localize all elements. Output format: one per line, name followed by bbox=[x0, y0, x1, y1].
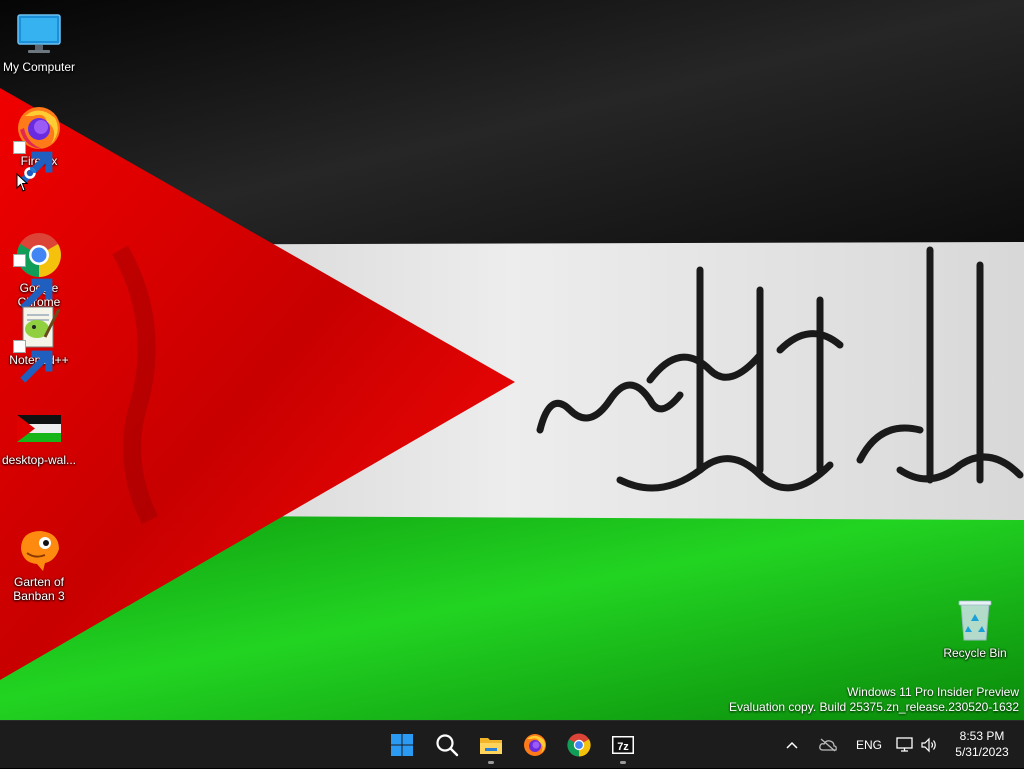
taskbar-file-explorer-button[interactable] bbox=[471, 725, 511, 765]
shortcut-arrow-icon bbox=[13, 254, 53, 311]
svg-text:7z: 7z bbox=[617, 741, 629, 753]
desktop-icon-notepadpp[interactable]: Notepad++ bbox=[0, 303, 78, 383]
shortcut-arrow-icon bbox=[13, 141, 53, 184]
clock-time: 8:53 PM bbox=[959, 729, 1005, 743]
desktop-icon-firefox[interactable]: Firefox bbox=[0, 104, 78, 184]
taskbar: 7z ENG 8:53 PM 5/31/2023 bbox=[0, 720, 1024, 768]
game-icon bbox=[15, 511, 63, 571]
language-indicator: ENG bbox=[855, 738, 882, 752]
wallpaper-palestine-flag bbox=[0, 0, 1024, 720]
tray-language[interactable]: ENG bbox=[852, 721, 886, 769]
taskbar-7zip-button[interactable]: 7z bbox=[603, 725, 643, 765]
busy-spinner-icon bbox=[24, 167, 36, 179]
windows-logo-icon bbox=[391, 734, 413, 756]
tray-onedrive[interactable] bbox=[818, 721, 842, 769]
taskbar-start-button[interactable] bbox=[382, 725, 422, 765]
desktop-icon-my-computer[interactable]: My Computer bbox=[0, 10, 78, 74]
chrome-icon bbox=[567, 733, 591, 757]
running-indicator bbox=[620, 761, 626, 764]
desktop[interactable]: My Computer Firefox Google Chrome Notepa… bbox=[0, 0, 1024, 720]
tray-clock[interactable]: 8:53 PM 5/31/2023 bbox=[944, 728, 1020, 760]
running-indicator bbox=[488, 761, 494, 764]
tray-network[interactable] bbox=[896, 721, 914, 769]
7zip-icon: 7z bbox=[612, 736, 634, 754]
taskbar-firefox-button[interactable] bbox=[515, 725, 555, 765]
speaker-icon bbox=[921, 737, 936, 753]
notepadpp-icon bbox=[13, 303, 63, 383]
taskbar-chrome-button[interactable] bbox=[559, 725, 599, 765]
watermark-edition: Windows 11 Pro Insider Preview bbox=[847, 685, 1019, 699]
desktop-icon-label: My Computer bbox=[2, 60, 76, 74]
chrome-icon bbox=[13, 217, 63, 311]
recycle-bin-icon bbox=[951, 596, 999, 644]
desktop-icon-desktop-wallpaper[interactable]: desktop-wal... bbox=[0, 403, 78, 467]
desktop-icon-recycle-bin[interactable]: Recycle Bin bbox=[936, 596, 1014, 660]
desktop-icon-label: desktop-wal... bbox=[1, 453, 77, 467]
taskbar-search-button[interactable] bbox=[427, 725, 467, 765]
tray-show-hidden-icons[interactable] bbox=[786, 721, 810, 769]
folder-icon bbox=[480, 738, 502, 754]
chevron-up-icon bbox=[786, 741, 798, 749]
network-icon bbox=[896, 737, 913, 752]
monitor-icon bbox=[15, 10, 63, 58]
firefox-icon bbox=[13, 104, 63, 184]
cloud-offline-icon bbox=[819, 738, 837, 752]
search-icon bbox=[436, 734, 459, 757]
desktop-icon-garten-of-banban-3[interactable]: Garten of Banban 3 bbox=[0, 497, 78, 617]
shortcut-arrow-icon bbox=[13, 340, 53, 383]
desktop-icon-label: Recycle Bin bbox=[943, 646, 1007, 660]
tray-volume[interactable] bbox=[920, 721, 938, 769]
windows-evaluation-watermark: Windows 11 Pro Insider Preview Evaluatio… bbox=[729, 685, 1019, 715]
clock-date: 5/31/2023 bbox=[955, 745, 1009, 759]
firefox-icon bbox=[524, 734, 546, 756]
watermark-build: Evaluation copy. Build 25375.zn_release.… bbox=[729, 700, 1019, 714]
image-file-icon bbox=[15, 403, 63, 451]
